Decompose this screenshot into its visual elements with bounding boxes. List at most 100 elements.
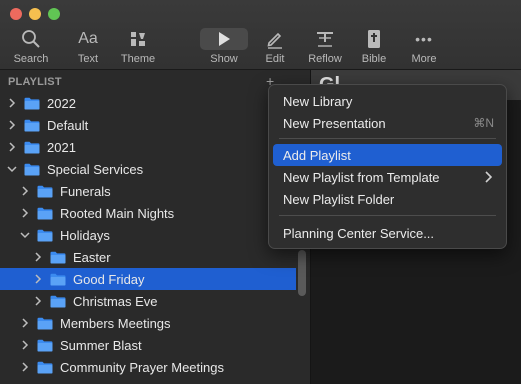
menu-item-new-presentation[interactable]: New Presentation ⌘N: [273, 112, 502, 134]
chevron-right-icon[interactable]: [19, 312, 31, 334]
folder-icon: [24, 163, 40, 176]
playlist-row-label: Funerals: [60, 183, 111, 199]
toolbar-show-label: Show: [210, 53, 238, 65]
menu-item-label: New Presentation: [283, 115, 386, 131]
chevron-down-icon[interactable]: [19, 224, 31, 246]
playlist-row-label: Default: [47, 117, 89, 133]
toolbar-bible-button[interactable]: Bible: [358, 28, 390, 68]
chevron-right-icon[interactable]: [6, 92, 18, 114]
more-icon: •••: [415, 31, 433, 47]
reflow-icon: [304, 28, 346, 50]
menu-item-shortcut: ⌘N: [473, 116, 494, 130]
playlist-row-label: 2022: [47, 95, 76, 111]
zoom-window-button[interactable]: [48, 8, 60, 20]
playlist-row[interactable]: Community Prayer Meetings: [0, 356, 296, 378]
menu-item-add-playlist[interactable]: Add Playlist: [273, 144, 502, 166]
toolbar-more-label: More: [411, 53, 437, 65]
menu-item-planning-center-service[interactable]: Planning Center Service...: [273, 222, 502, 244]
chevron-right-icon[interactable]: [6, 114, 18, 136]
menu-item-new-playlist-folder[interactable]: New Playlist Folder: [273, 188, 502, 210]
playlist-row-label: Good Friday: [73, 271, 145, 287]
toolbar-show-button[interactable]: Show: [200, 28, 248, 68]
submenu-chevron-icon: [484, 171, 493, 186]
menu-item-label: Add Playlist: [283, 147, 351, 163]
playlist-row[interactable]: Holidays: [0, 224, 296, 246]
menu-item-label: New Playlist Folder: [283, 191, 395, 207]
menu-item-label: New Playlist from Template: [283, 169, 440, 185]
playlist-row-label: Members Meetings: [60, 315, 171, 331]
chevron-right-icon[interactable]: [32, 246, 44, 268]
toolbar-search-label: Search: [13, 53, 49, 65]
folder-icon: [50, 273, 66, 286]
playlist-row-label: Community Prayer Meetings: [60, 359, 224, 375]
playlist-row[interactable]: Good Friday: [0, 268, 296, 290]
folder-icon: [24, 119, 40, 132]
playlist-row[interactable]: 2022: [0, 92, 296, 114]
play-icon: [200, 28, 248, 50]
playlist-sidebar: PLAYLIST + 2022 Default 2021 Special Servic…: [0, 70, 310, 384]
playlist-row-label: Rooted Main Nights: [60, 205, 175, 221]
minimize-window-button[interactable]: [29, 8, 41, 20]
toolbar-edit-label: Edit: [265, 53, 285, 65]
folder-icon: [37, 317, 53, 330]
chevron-right-icon[interactable]: [32, 290, 44, 312]
folder-icon: [37, 339, 53, 352]
toolbar-text-label: Text: [77, 53, 99, 65]
playlist-row-label: 2021: [47, 139, 76, 155]
menu-item-new-library[interactable]: New Library: [273, 90, 502, 112]
playlist-row[interactable]: Summer Blast: [0, 334, 296, 356]
toolbar-reflow-label: Reflow: [308, 53, 342, 65]
menu-item-new-playlist-from-template[interactable]: New Playlist from Template: [273, 166, 502, 188]
playlist-row[interactable]: Funerals: [0, 180, 296, 202]
menu-separator: [279, 138, 496, 139]
playlist-row-label: Summer Blast: [60, 337, 142, 353]
chevron-right-icon[interactable]: [19, 334, 31, 356]
menu-separator: [279, 215, 496, 216]
folder-icon: [50, 295, 66, 308]
folder-icon: [37, 207, 53, 220]
theme-icon: [118, 28, 158, 50]
bible-icon: [358, 28, 390, 50]
playlist-header: PLAYLIST: [8, 76, 62, 88]
playlist-row[interactable]: Members Meetings: [0, 312, 296, 334]
folder-icon: [37, 185, 53, 198]
playlist-row-label: Easter: [73, 249, 111, 265]
toolbar-text-button[interactable]: Aa Text: [70, 28, 106, 68]
pencil-icon: [258, 28, 292, 50]
chevron-right-icon[interactable]: [19, 356, 31, 378]
close-window-button[interactable]: [10, 8, 22, 20]
toolbar-search-button[interactable]: Search: [10, 28, 52, 68]
playlist-row[interactable]: Christmas Eve: [0, 290, 296, 312]
chevron-right-icon[interactable]: [6, 136, 18, 158]
toolbar-more-button[interactable]: ••• More: [406, 28, 442, 68]
chevron-right-icon[interactable]: [32, 268, 44, 290]
playlist-row-label: Christmas Eve: [73, 293, 158, 309]
toolbar-theme-button[interactable]: Theme: [118, 28, 158, 68]
toolbar-edit-button[interactable]: Edit: [258, 28, 292, 68]
playlist-row[interactable]: Easter: [0, 246, 296, 268]
text-icon: Aa: [78, 30, 98, 47]
toolbar: Search Aa Text Theme Show Edit Reflow Bi…: [0, 0, 521, 70]
playlist-row-label: Holidays: [60, 227, 110, 243]
playlist-row-label: Special Services: [47, 161, 144, 177]
toolbar-reflow-button[interactable]: Reflow: [304, 28, 346, 68]
menu-item-label: Planning Center Service...: [283, 225, 435, 241]
search-icon: [10, 28, 52, 50]
folder-icon: [50, 251, 66, 264]
chevron-down-icon[interactable]: [6, 158, 18, 180]
playlist-row[interactable]: Rooted Main Nights: [0, 202, 296, 224]
playlist-row[interactable]: 2021: [0, 136, 296, 158]
folder-icon: [37, 229, 53, 242]
folder-icon: [37, 361, 53, 374]
toolbar-theme-label: Theme: [120, 53, 156, 65]
chevron-right-icon[interactable]: [19, 202, 31, 224]
add-context-menu: New Library New Presentation ⌘N Add Play…: [268, 84, 507, 249]
chevron-right-icon[interactable]: [19, 180, 31, 202]
toolbar-bible-label: Bible: [361, 53, 387, 65]
playlist-row[interactable]: Default: [0, 114, 296, 136]
menu-item-label: New Library: [283, 93, 353, 109]
sidebar-scrollbar[interactable]: [298, 250, 306, 296]
playlist-row[interactable]: Special Services: [0, 158, 296, 180]
folder-icon: [24, 141, 40, 154]
folder-icon: [24, 97, 40, 110]
